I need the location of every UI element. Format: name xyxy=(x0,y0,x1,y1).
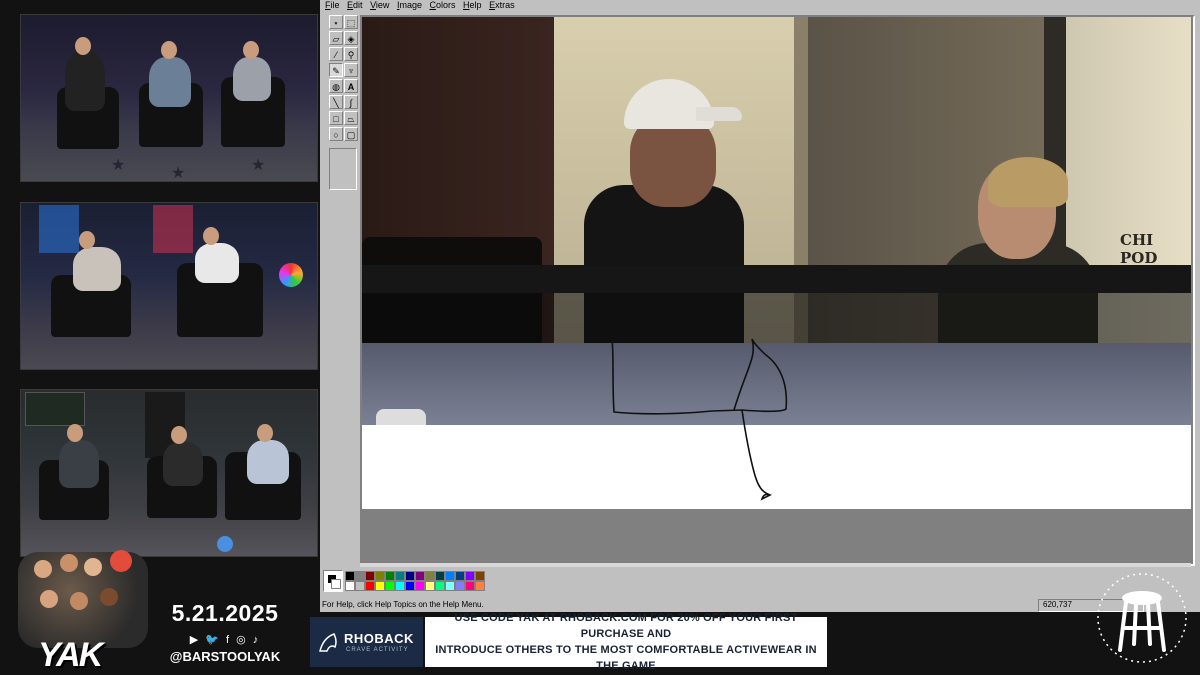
palette-swatch[interactable] xyxy=(465,571,475,581)
broadcast-date: 5.21.2025 xyxy=(171,600,279,626)
palette-swatch[interactable] xyxy=(345,571,355,581)
drawing-canvas[interactable]: CHI POD xyxy=(360,15,1195,566)
palette-swatch[interactable] xyxy=(445,581,455,591)
menu-colors[interactable]: Colors xyxy=(430,0,456,10)
ad-brand: RHOBACK xyxy=(344,631,414,646)
palette-swatch[interactable] xyxy=(385,571,395,581)
horizontal-scrollbar[interactable] xyxy=(360,563,1191,567)
ad-line-1: USE CODE YAK AT RHOBACK.COM FOR 20% OFF … xyxy=(454,612,798,640)
airbrush-icon[interactable]: ◍ xyxy=(329,79,343,93)
palette-swatch[interactable] xyxy=(385,581,395,591)
select-icon[interactable]: ⬚ xyxy=(344,15,358,29)
status-help-text: For Help, click Help Topics on the Help … xyxy=(322,600,484,609)
ad-line-2: INTRODUCE OTHERS TO THE MOST COMFORTABLE… xyxy=(435,644,817,672)
menu-help[interactable]: Help xyxy=(463,0,482,10)
yak-show-logo: YAK xyxy=(38,636,103,674)
line-icon[interactable]: ╲ xyxy=(329,95,343,109)
menu-image[interactable]: Image xyxy=(397,0,422,10)
free-select-icon[interactable]: ⋆ xyxy=(329,15,343,29)
palette-swatch[interactable] xyxy=(395,571,405,581)
tool-options-box[interactable] xyxy=(329,148,357,190)
paint-window: File Edit View Image Colors Help Extras … xyxy=(320,0,1200,612)
palette-swatch[interactable] xyxy=(405,581,415,591)
palette-swatch[interactable] xyxy=(375,571,385,581)
palette-swatch[interactable] xyxy=(365,571,375,581)
camera-feed-1: ★ ★ ★ xyxy=(20,14,318,182)
social-media-icons: ▶ 🐦 f ◎ ♪ xyxy=(189,634,261,646)
ad-promo-text: USE CODE YAK AT RHOBACK.COM FOR 20% OFF … xyxy=(425,612,827,672)
menu-view[interactable]: View xyxy=(370,0,389,10)
polygon-icon[interactable]: ⏢ xyxy=(344,111,358,125)
eraser-icon[interactable]: ▱ xyxy=(329,31,343,45)
ad-brand-sub: CRAVE ACTIVITY xyxy=(346,647,409,653)
rounded-rect-icon[interactable]: ▢ xyxy=(344,127,358,141)
curve-icon[interactable]: ∫ xyxy=(344,95,358,109)
rhoback-logo: RHOBACK CRAVE ACTIVITY xyxy=(310,617,423,667)
ellipse-icon[interactable]: ○ xyxy=(329,127,343,141)
menu-bar: File Edit View Image Colors Help Extras xyxy=(320,0,1200,13)
palette-swatch[interactable] xyxy=(355,581,365,591)
palette-swatch[interactable] xyxy=(415,571,425,581)
palette-swatch[interactable] xyxy=(445,571,455,581)
menu-extras[interactable]: Extras xyxy=(489,0,515,10)
palette-swatch[interactable] xyxy=(395,581,405,591)
palette-swatch[interactable] xyxy=(345,581,355,591)
pencil-icon[interactable]: ✎ xyxy=(329,63,343,77)
palette-swatch[interactable] xyxy=(475,571,485,581)
menu-file[interactable]: File xyxy=(325,0,340,10)
palette-swatch[interactable] xyxy=(375,581,385,591)
camera-feed-2 xyxy=(20,202,318,370)
color-palette xyxy=(323,570,493,592)
palette-swatch[interactable] xyxy=(405,571,415,581)
palette-swatch[interactable] xyxy=(425,571,435,581)
palette-swatch[interactable] xyxy=(465,581,475,591)
brush-icon[interactable]: ♆ xyxy=(344,63,358,77)
palette-swatch[interactable] xyxy=(425,581,435,591)
palette-swatch[interactable] xyxy=(355,571,365,581)
barstool-sports-logo-icon xyxy=(1097,573,1187,663)
palette-swatch[interactable] xyxy=(435,571,445,581)
horse-icon xyxy=(319,633,337,652)
palette-swatch[interactable] xyxy=(475,581,485,591)
color-picker-icon[interactable]: ⁄ xyxy=(329,47,343,61)
palette-swatch[interactable] xyxy=(365,581,375,591)
palette-swatch[interactable] xyxy=(435,581,445,591)
social-handle: @BARSTOOLYAK xyxy=(169,649,281,664)
text-icon[interactable]: A xyxy=(344,79,358,93)
menu-edit[interactable]: Edit xyxy=(347,0,363,10)
rectangle-icon[interactable]: □ xyxy=(329,111,343,125)
fill-icon[interactable]: ◈ xyxy=(344,31,358,45)
palette-swatch[interactable] xyxy=(455,581,465,591)
palette-swatch[interactable] xyxy=(455,571,465,581)
magnifier-icon[interactable]: ⚲ xyxy=(344,47,358,61)
current-colors[interactable] xyxy=(323,570,343,592)
palette-swatch[interactable] xyxy=(415,581,425,591)
pencil-drawing xyxy=(611,338,788,501)
